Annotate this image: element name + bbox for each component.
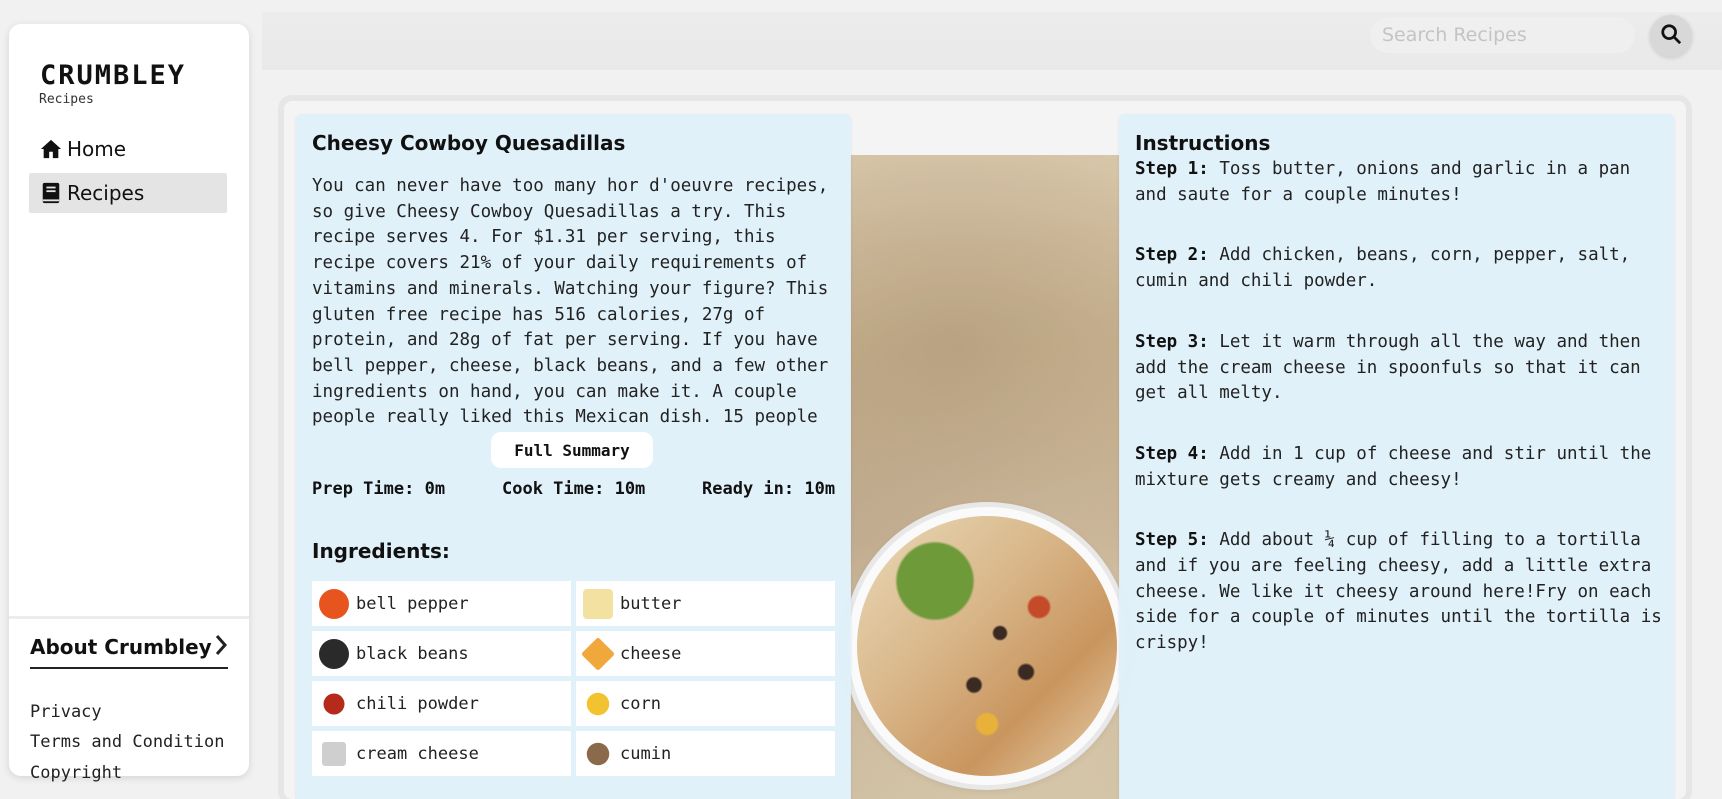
cook-time: Cook Time: 10m <box>502 479 646 499</box>
logo[interactable]: CRUMBLEY <box>40 60 186 91</box>
ingredient-item: corn <box>576 681 835 726</box>
recipe-image <box>848 507 1126 785</box>
ingredients-list: bell pepper butter black beans cheese ch… <box>312 581 836 776</box>
full-summary-button[interactable]: Full Summary <box>491 432 653 468</box>
cheese-icon <box>581 636 615 671</box>
bell-pepper-icon <box>319 588 349 619</box>
cream-cheese-icon <box>322 741 346 766</box>
instruction-step: Step 5: Add about ¼ cup of filling to a … <box>1135 530 1662 654</box>
sidebar: CRUMBLEY Recipes Home Recipes About Crum… <box>9 24 249 783</box>
ingredient-item: cheese <box>576 631 835 676</box>
instruction-step: Step 1: Toss butter, onions and garlic i… <box>1135 159 1631 205</box>
chili-powder-icon <box>323 693 345 714</box>
instructions-steps: Step 1: Toss butter, onions and garlic i… <box>1135 157 1663 692</box>
search-input[interactable] <box>1370 17 1635 53</box>
logo-subtitle: Recipes <box>39 92 94 107</box>
chevron-right-icon <box>214 634 228 661</box>
black-beans-icon <box>319 638 349 669</box>
search-button[interactable] <box>1650 15 1692 57</box>
ingredient-item: black beans <box>312 631 571 676</box>
ingredient-item: cream cheese <box>312 731 571 776</box>
recipe-summary: You can never have too many hor d'oeuvre… <box>312 176 829 428</box>
ingredient-item: cumin <box>576 731 835 776</box>
instruction-step: Step 4: Add in 1 cup of cheese and stir … <box>1135 443 1652 490</box>
sidebar-item-home[interactable]: Home <box>29 129 227 169</box>
instruction-step: Step 2: Add chicken, beans, corn, pepper… <box>1135 245 1631 292</box>
recipe-title: Cheesy Cowboy Quesadillas <box>312 131 626 155</box>
ready-in: Ready in: 10m <box>702 479 836 499</box>
ingredient-item: butter <box>576 581 835 626</box>
ingredient-item: chili powder <box>312 681 571 726</box>
search-icon <box>1660 23 1682 49</box>
corn-icon <box>586 692 610 715</box>
about-label: About Crumbley <box>30 635 212 659</box>
cumin-icon <box>586 742 610 765</box>
terms-link[interactable]: Terms and Condition <box>30 732 224 752</box>
ingredients-title: Ingredients: <box>312 539 450 563</box>
recipe-details-panel: Cheesy Cowboy Quesadillas You can never … <box>296 114 851 799</box>
ingredient-item: bell pepper <box>312 581 571 626</box>
prep-time: Prep Time: 0m <box>312 479 446 499</box>
privacy-link[interactable]: Privacy <box>30 702 102 722</box>
sidebar-divider <box>9 616 249 619</box>
sidebar-item-recipes[interactable]: Recipes <box>29 173 227 213</box>
book-icon <box>39 181 63 205</box>
instruction-step: Step 3: Let it warm through all the way … <box>1135 331 1641 404</box>
copyright-link[interactable]: Copyright <box>30 763 122 783</box>
home-icon <box>39 137 63 161</box>
sidebar-item-label: Recipes <box>67 181 145 205</box>
instructions-title: Instructions <box>1135 131 1271 155</box>
instructions-panel: Instructions Step 1: Toss butter, onions… <box>1119 114 1674 799</box>
butter-icon <box>583 588 613 619</box>
about-crumbley-toggle[interactable]: About Crumbley <box>30 629 228 669</box>
sidebar-item-label: Home <box>67 137 127 161</box>
